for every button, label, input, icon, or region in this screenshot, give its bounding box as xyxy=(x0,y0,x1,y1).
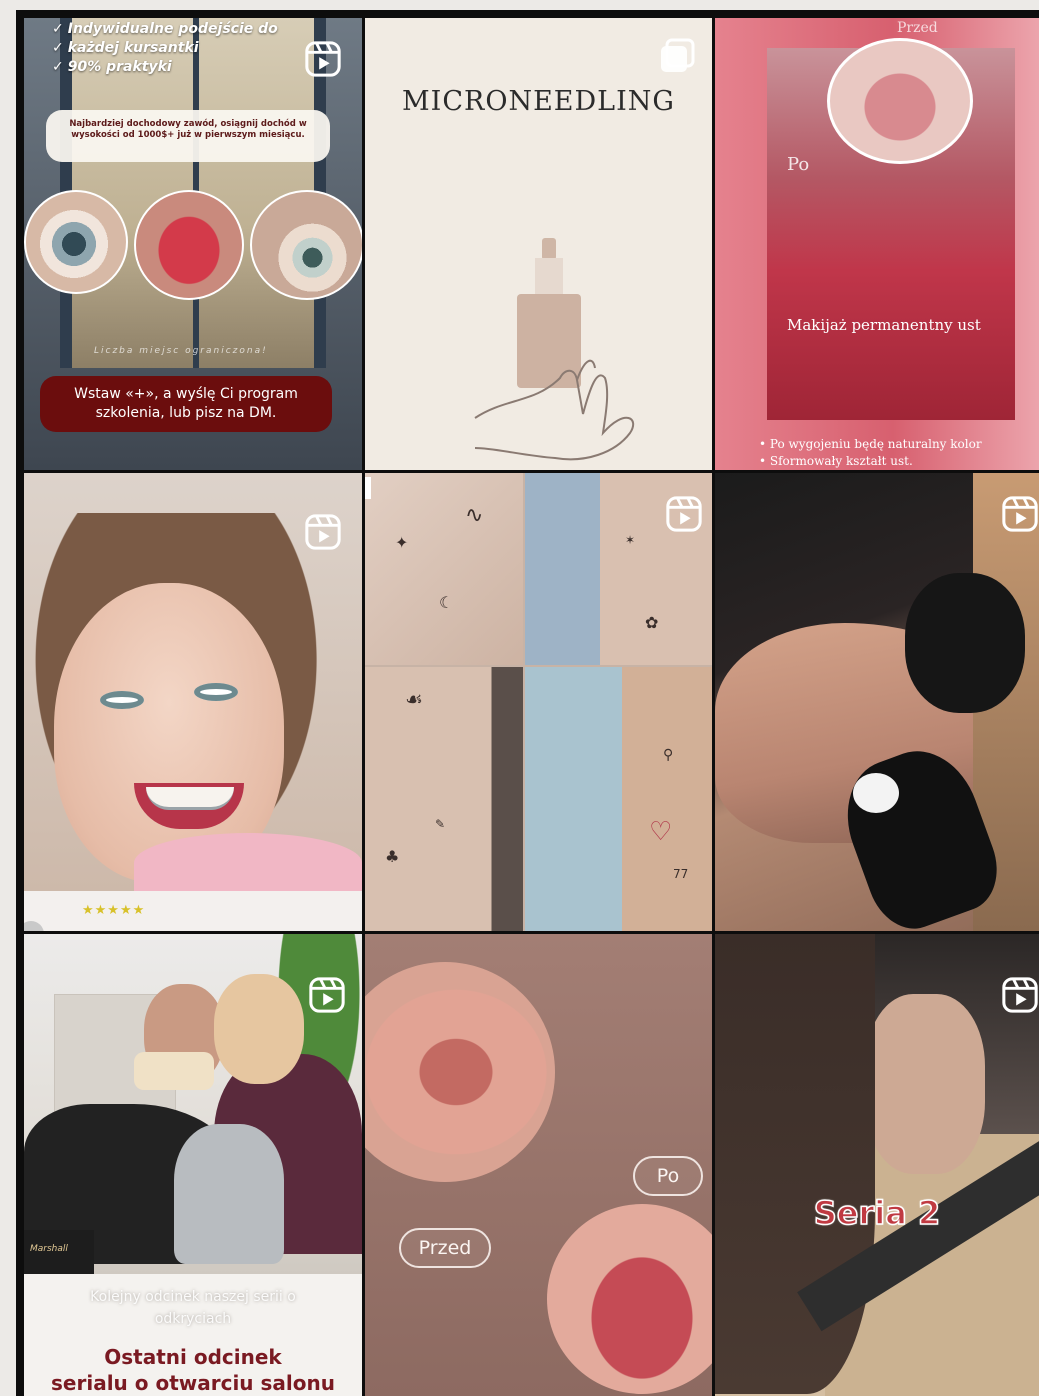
bee-tattoo-icon: ✶ xyxy=(625,533,636,547)
story-marker xyxy=(365,477,371,499)
before-label: Przed xyxy=(399,1228,491,1268)
angel-tattoo-icon: ☙ xyxy=(405,687,423,711)
post-caption: Makijaż permanentny ust xyxy=(787,316,981,334)
pink-shirt xyxy=(134,833,362,891)
coffee-cups xyxy=(134,1052,214,1090)
post-tile-lip-permanent-makeup[interactable]: Przed Po Makijaż permanentny ust • Po wy… xyxy=(715,18,1039,470)
post-tile-microneedling[interactable]: MICRONEEDLING xyxy=(365,18,712,470)
before-lips-circle xyxy=(827,38,973,164)
post-tile-series-2[interactable]: Seria 2 xyxy=(715,934,1039,1396)
reel-icon xyxy=(305,41,341,77)
limited-spots-note: Liczba miejsc ograniczona! xyxy=(94,346,268,356)
moon-tattoo-icon: ☾ xyxy=(439,593,454,612)
course-benefits-list: Indywidualne podejście do każdej kursant… xyxy=(52,20,322,77)
tattoo-photo-3: ☙ ♣ ✎ xyxy=(365,667,523,931)
benefit-line: 90% praktyki xyxy=(52,58,322,77)
benefit-line: każdej kursantki xyxy=(52,39,322,58)
tattoo-photo-1: ✦ ☾ ∿ xyxy=(365,473,523,665)
tattoo-photo-4: ♡ ⚲ 77 xyxy=(525,667,712,931)
avatar-circle xyxy=(24,921,44,931)
title-line: Ostatni odcinek xyxy=(104,1345,282,1369)
speaker-logo: Marshall xyxy=(24,1230,94,1274)
title-line: serialu o otwarciu salonu xyxy=(51,1371,335,1395)
result-notes: • Po wygojeniu będę naturalny kolor • Sf… xyxy=(759,436,982,470)
brow-closeup-photo xyxy=(250,190,362,300)
signup-cta-box: Wstaw «+», a wyślę Ci program szkolenia,… xyxy=(40,376,332,432)
post-tile-procedure[interactable] xyxy=(715,473,1039,931)
post-title: Ostatni odcinek serialu o otwarciu salon… xyxy=(24,1344,362,1396)
snake-tattoo-icon: ∿ xyxy=(465,503,484,528)
reel-icon xyxy=(305,514,341,550)
reel-icon xyxy=(309,977,345,1013)
reel-icon xyxy=(1002,977,1038,1013)
post-tile-series-finale[interactable]: Marshall Kolejny odcinek naszej serii o … xyxy=(24,934,362,1396)
hair-shape xyxy=(715,934,875,1394)
post-grid-frame: Indywidualne podejście do każdej kursant… xyxy=(16,10,1039,1396)
face-shape xyxy=(214,974,304,1084)
script-tattoo-icon: ✎ xyxy=(435,817,446,831)
before-label: Przed xyxy=(897,20,938,36)
before-lips-circle xyxy=(365,962,555,1182)
multiple-posts-icon xyxy=(661,38,695,72)
left-eye xyxy=(100,691,144,709)
right-eye xyxy=(194,683,238,701)
post-tile-tattoo-collage[interactable]: ✦ ☾ ∿ ✿ ✶ ☙ ♣ ✎ ♡ ⚲ 77 xyxy=(365,473,712,931)
post-tile-lip-before-after[interactable]: Po Przed xyxy=(365,934,712,1396)
subtitle-line: odkryciach xyxy=(154,1311,232,1327)
gloved-hand-top xyxy=(905,573,1025,713)
flower-tattoo-icon: ✿ xyxy=(645,613,659,632)
post-subtitle: Kolejny odcinek naszej serii o odkryciac… xyxy=(24,1286,362,1330)
lip-closeup-photo xyxy=(134,190,244,300)
reel-icon xyxy=(666,496,702,532)
profile-post-grid: Indywidualne podejście do każdej kursant… xyxy=(24,18,1039,1396)
reel-icon xyxy=(1002,496,1038,532)
series-title: Seria 2 xyxy=(813,1193,941,1233)
neck-shape xyxy=(865,994,985,1174)
benefit-line: Indywidualne podejście do xyxy=(52,20,322,39)
serum-hand-illustration xyxy=(474,238,635,461)
post-tile-client-portrait[interactable]: ★★★★★ xyxy=(24,473,362,931)
note-line: • Sformowały kształt ust. xyxy=(759,454,913,468)
post-tile-course-promo[interactable]: Indywidualne podejście do każdej kursant… xyxy=(24,18,362,470)
mushroom-tattoo-icon: ♣ xyxy=(385,847,400,866)
star-tattoo-icon: ✦ xyxy=(395,533,409,552)
braces-teeth xyxy=(146,787,234,810)
after-lips-circle xyxy=(547,1204,712,1394)
after-label: Po xyxy=(787,154,810,175)
subtitle-line: Kolejny odcinek naszej serii o xyxy=(90,1289,296,1305)
numeral-tattoo: 77 xyxy=(673,867,689,881)
note-line: • Po wygojeniu będę naturalny kolor xyxy=(759,437,982,451)
rating-stars: ★★★★★ xyxy=(82,903,146,918)
income-banner: Najbardziej dochodowy zawód, osiągnij do… xyxy=(46,110,330,162)
lips-photo xyxy=(767,38,1015,420)
after-label: Po xyxy=(633,1156,703,1196)
post-title: MICRONEEDLING xyxy=(402,86,675,117)
eye-closeup-photo xyxy=(24,190,128,294)
child-shape xyxy=(174,1124,284,1264)
heart-tattoo-icon: ♡ xyxy=(649,817,673,847)
figure-tattoo-icon: ⚲ xyxy=(663,747,674,763)
cotton-pad xyxy=(853,773,899,813)
